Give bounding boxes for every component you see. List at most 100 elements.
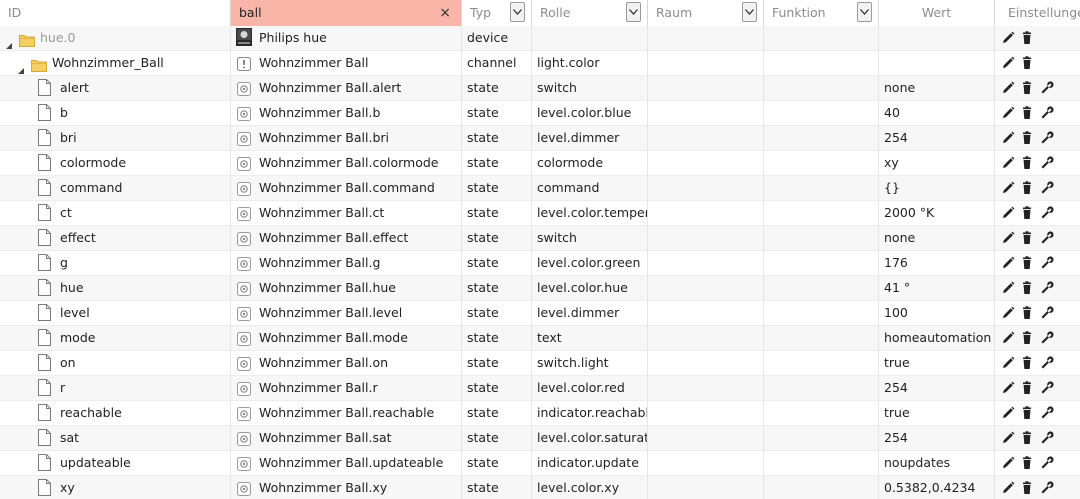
delete-icon[interactable] xyxy=(1019,255,1035,271)
edit-icon[interactable] xyxy=(1000,105,1016,121)
wert-cell[interactable]: noupdates xyxy=(879,451,995,475)
settings-wrench-icon[interactable] xyxy=(1039,155,1055,171)
id-cell[interactable]: on xyxy=(0,351,231,375)
settings-wrench-icon[interactable] xyxy=(1039,105,1055,121)
edit-icon[interactable] xyxy=(1000,80,1016,96)
edit-icon[interactable] xyxy=(1000,155,1016,171)
id-cell[interactable]: alert xyxy=(0,76,231,100)
clear-filter-icon[interactable]: × xyxy=(439,0,451,26)
delete-icon[interactable] xyxy=(1019,455,1035,471)
wert-cell[interactable]: 2000 °K xyxy=(879,201,995,225)
settings-wrench-icon[interactable] xyxy=(1039,80,1055,96)
delete-icon[interactable] xyxy=(1019,155,1035,171)
table-row[interactable]: xy Wohnzimmer Ball.xy state level.color.xy 0… xyxy=(0,476,1080,499)
settings-wrench-icon[interactable] xyxy=(1039,455,1055,471)
table-row[interactable]: effect Wohnzimmer Ball.effect state switch n… xyxy=(0,226,1080,251)
id-cell[interactable]: mode xyxy=(0,326,231,350)
wert-cell[interactable]: 41 ° xyxy=(879,276,995,300)
edit-icon[interactable] xyxy=(1000,130,1016,146)
delete-icon[interactable] xyxy=(1019,430,1035,446)
wert-cell[interactable]: homeautomation xyxy=(879,326,995,350)
id-cell[interactable]: command xyxy=(0,176,231,200)
table-row[interactable]: updateable Wohnzimmer Ball.updateable stat… xyxy=(0,451,1080,476)
wert-cell[interactable]: none xyxy=(879,226,995,250)
table-row[interactable]: reachable Wohnzimmer Ball.reachable state i… xyxy=(0,401,1080,426)
id-cell[interactable]: level xyxy=(0,301,231,325)
delete-icon[interactable] xyxy=(1019,30,1035,46)
expand-arrow-icon[interactable] xyxy=(17,59,25,74)
delete-icon[interactable] xyxy=(1019,80,1035,96)
delete-icon[interactable] xyxy=(1019,380,1035,396)
wert-cell[interactable]: 0.5382,0.4234 xyxy=(879,476,995,499)
id-cell[interactable]: sat xyxy=(0,426,231,450)
edit-icon[interactable] xyxy=(1000,205,1016,221)
id-filter-cell[interactable]: ID xyxy=(0,0,231,26)
edit-icon[interactable] xyxy=(1000,55,1016,71)
id-cell[interactable]: b xyxy=(0,101,231,125)
settings-wrench-icon[interactable] xyxy=(1039,355,1055,371)
table-row[interactable]: mode Wohnzimmer Ball.mode state text homeaut… xyxy=(0,326,1080,351)
settings-wrench-icon[interactable] xyxy=(1039,205,1055,221)
id-cell[interactable]: updateable xyxy=(0,451,231,475)
funktion-filter-cell[interactable]: Funktion xyxy=(764,0,879,26)
edit-icon[interactable] xyxy=(1000,455,1016,471)
settings-wrench-icon[interactable] xyxy=(1039,130,1055,146)
id-cell[interactable]: hue xyxy=(0,276,231,300)
delete-icon[interactable] xyxy=(1019,180,1035,196)
wert-cell[interactable]: true xyxy=(879,401,995,425)
name-filter-input[interactable] xyxy=(239,5,429,20)
settings-wrench-icon[interactable] xyxy=(1039,230,1055,246)
id-cell[interactable]: Wohnzimmer_Ball xyxy=(0,51,231,75)
settings-wrench-icon[interactable] xyxy=(1039,305,1055,321)
rolle-dropdown-chevron-icon[interactable] xyxy=(626,2,641,22)
edit-icon[interactable] xyxy=(1000,180,1016,196)
typ-dropdown-chevron-icon[interactable] xyxy=(510,2,525,22)
funktion-dropdown-chevron-icon[interactable] xyxy=(857,2,872,22)
delete-icon[interactable] xyxy=(1019,305,1035,321)
wert-cell[interactable] xyxy=(879,26,995,50)
edit-icon[interactable] xyxy=(1000,380,1016,396)
table-row[interactable]: ct Wohnzimmer Ball.ct state level.color.tem… xyxy=(0,201,1080,226)
settings-wrench-icon[interactable] xyxy=(1039,380,1055,396)
expand-arrow-icon[interactable] xyxy=(5,34,13,49)
wert-cell[interactable]: 254 xyxy=(879,126,995,150)
table-row[interactable]: colormode Wohnzimmer Ball.colormode state c… xyxy=(0,151,1080,176)
id-cell[interactable]: effect xyxy=(0,226,231,250)
delete-icon[interactable] xyxy=(1019,330,1035,346)
edit-icon[interactable] xyxy=(1000,230,1016,246)
name-filter-cell[interactable]: × xyxy=(231,0,462,26)
edit-icon[interactable] xyxy=(1000,330,1016,346)
id-cell[interactable]: ct xyxy=(0,201,231,225)
delete-icon[interactable] xyxy=(1019,55,1035,71)
raum-dropdown-chevron-icon[interactable] xyxy=(742,2,757,22)
wert-cell[interactable]: 100 xyxy=(879,301,995,325)
delete-icon[interactable] xyxy=(1019,480,1035,496)
wert-cell[interactable]: {} xyxy=(879,176,995,200)
table-row[interactable]: level Wohnzimmer Ball.level state level.dim… xyxy=(0,301,1080,326)
edit-icon[interactable] xyxy=(1000,280,1016,296)
edit-icon[interactable] xyxy=(1000,355,1016,371)
delete-icon[interactable] xyxy=(1019,105,1035,121)
id-cell[interactable]: bri xyxy=(0,126,231,150)
raum-filter-cell[interactable]: Raum xyxy=(648,0,764,26)
id-cell[interactable]: colormode xyxy=(0,151,231,175)
table-row[interactable]: r Wohnzimmer Ball.r state level.color.red 25… xyxy=(0,376,1080,401)
edit-icon[interactable] xyxy=(1000,405,1016,421)
settings-wrench-icon[interactable] xyxy=(1039,280,1055,296)
table-row[interactable]: hue Wohnzimmer Ball.hue state level.color.h… xyxy=(0,276,1080,301)
wert-cell[interactable]: none xyxy=(879,76,995,100)
settings-wrench-icon[interactable] xyxy=(1039,480,1055,496)
delete-icon[interactable] xyxy=(1019,205,1035,221)
delete-icon[interactable] xyxy=(1019,280,1035,296)
id-cell[interactable]: xy xyxy=(0,476,231,499)
id-cell[interactable]: r xyxy=(0,376,231,400)
wert-cell[interactable]: 176 xyxy=(879,251,995,275)
rolle-filter-cell[interactable]: Rolle xyxy=(532,0,648,26)
edit-icon[interactable] xyxy=(1000,305,1016,321)
table-row[interactable]: on Wohnzimmer Ball.on state switch.light tru… xyxy=(0,351,1080,376)
table-row[interactable]: Wohnzimmer_Ball Wohnzimmer Ball channel lig… xyxy=(0,51,1080,76)
typ-filter-cell[interactable]: Typ xyxy=(462,0,532,26)
settings-wrench-icon[interactable] xyxy=(1039,430,1055,446)
table-row[interactable]: alert Wohnzimmer Ball.alert state switch non… xyxy=(0,76,1080,101)
settings-wrench-icon[interactable] xyxy=(1039,405,1055,421)
